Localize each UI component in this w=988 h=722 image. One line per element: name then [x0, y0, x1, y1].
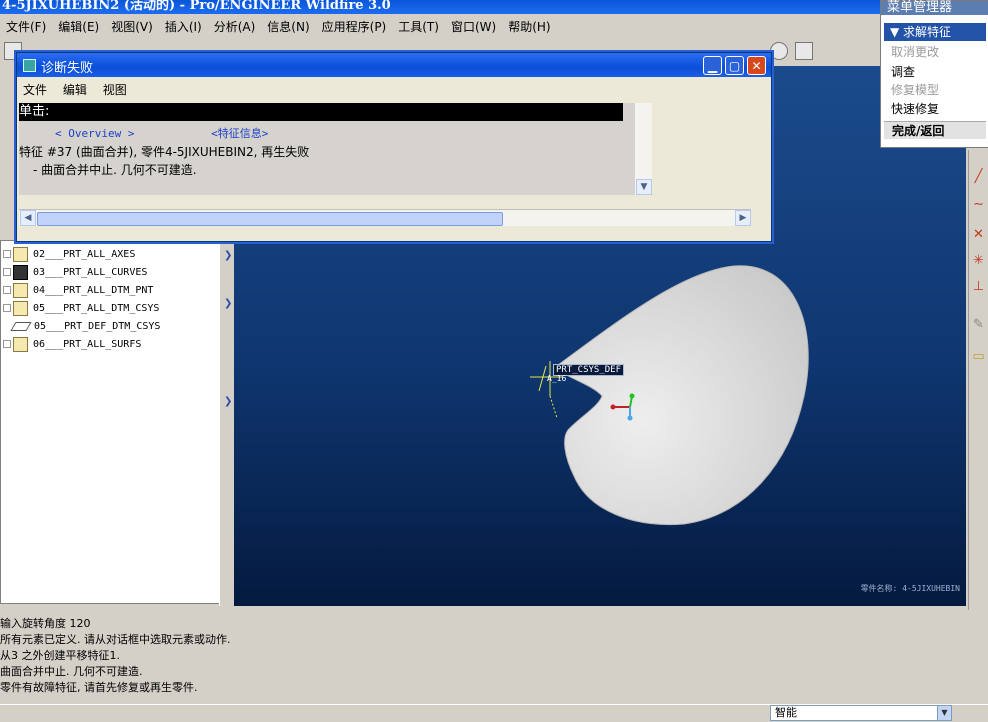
dialog-menu-file[interactable]: 文件 — [17, 79, 53, 100]
tree-item-label: 04___PRT_ALL_DTM_PNT — [33, 284, 154, 296]
maximize-button[interactable]: ▢ — [725, 56, 744, 75]
plane-icon — [10, 321, 32, 331]
tree-item[interactable]: 05___PRT_DEF_DTM_CSYS — [1, 317, 160, 335]
minimize-button[interactable]: ▁ — [703, 56, 722, 75]
selection-filter-value: 智能 — [775, 706, 797, 719]
menu-quick-fix[interactable]: 快速修复 — [891, 100, 939, 118]
sketch-icon[interactable]: ╱ — [971, 170, 986, 184]
expand-icon[interactable] — [3, 250, 11, 258]
menu-file[interactable]: 文件(F) — [0, 18, 52, 35]
menu-insert[interactable]: 插入(I) — [159, 18, 208, 35]
csys-tool-icon[interactable]: ⊥ — [971, 280, 986, 294]
axis-label: A_16 — [547, 374, 567, 383]
tree-item[interactable]: 03___PRT_ALL_CURVES — [1, 263, 147, 281]
click-row: 单击: — [19, 103, 623, 121]
right-toolbar: ╱ ∼ ✕ ✳ ⊥ ✎ ▭ — [968, 150, 988, 610]
menu-done-return[interactable]: 完成/返回 — [884, 121, 986, 139]
dialog-menu-edit[interactable]: 编辑 — [57, 79, 93, 100]
menu-window[interactable]: 窗口(W) — [445, 18, 502, 35]
layer-icon — [13, 282, 28, 298]
selection-filter-select[interactable]: 智能 ▼ — [770, 705, 952, 721]
feature-info-link[interactable]: <特征信息> — [211, 127, 268, 140]
menu-investigate[interactable]: 调查 — [891, 63, 915, 81]
layer-icon — [13, 246, 28, 262]
window-title: 4-5JIXUHEBIN2 (活动的) - Pro/ENGINEER Wildf… — [0, 0, 988, 14]
dialog-menu-view[interactable]: 视图 — [97, 79, 133, 100]
save-view-icon[interactable] — [795, 42, 813, 60]
tree-item-label: 02___PRT_ALL_AXES — [33, 248, 136, 260]
message-line: 零件有故障特征, 请首先修复或再生零件. — [0, 681, 198, 694]
scroll-right-button[interactable]: ▶ — [735, 210, 751, 226]
overview-link[interactable]: < Overview > — [55, 127, 134, 140]
pencil-icon[interactable]: ✎ — [971, 318, 986, 332]
chevron-right-icon: ❯ — [224, 396, 233, 407]
tree-splitter[interactable]: ❯ ❯ ❯ — [219, 240, 234, 606]
tree-item[interactable]: 06___PRT_ALL_SURFS — [1, 335, 141, 353]
axis-icon[interactable]: ✳ — [971, 254, 986, 268]
dialog-app-icon — [23, 59, 36, 72]
diagnostic-dialog: 诊断失败 ▁ ▢ ✕ 文件 编辑 视图 单击: < Overview > <特征… — [16, 52, 772, 242]
message-area: 输入旋转角度 120 所有元素已定义. 请从对话框中选取元素或动作. 从3 之外… — [0, 616, 988, 706]
menu-analysis[interactable]: 分析(A) — [208, 18, 262, 35]
tree-item[interactable]: 04___PRT_ALL_DTM_PNT — [1, 281, 153, 299]
menu-tools[interactable]: 工具(T) — [392, 18, 445, 35]
dialog-horizontal-scrollbar[interactable]: ◀ ▶ — [19, 209, 751, 226]
tree-item-label: 03___PRT_ALL_CURVES — [33, 266, 148, 278]
menu-solve-feature[interactable]: ▼ 求解特征 — [884, 23, 986, 41]
failure-message: 特征 #37 (曲面合并), 零件4-5JIXUHEBIN2, 再生失败 — [19, 145, 310, 159]
chevron-right-icon: ❯ — [224, 298, 233, 309]
layer-icon — [13, 264, 28, 280]
dialog-titlebar[interactable]: 诊断失败 ▁ ▢ ✕ — [17, 53, 771, 77]
viewport-watermark: 零件名称: 4-5JIXUHEBIN — [860, 584, 960, 593]
tree-item-label: 05___PRT_ALL_DTM_CSYS — [33, 302, 160, 314]
tree-item[interactable]: 02___PRT_ALL_AXES — [1, 245, 135, 263]
message-line: 输入旋转角度 120 — [0, 617, 91, 630]
message-line: 曲面合并中止. 几何不可建造. — [0, 665, 143, 678]
chevron-down-icon[interactable]: ▼ — [937, 706, 951, 720]
model-tree[interactable]: 02___PRT_ALL_AXES 03___PRT_ALL_CURVES 04… — [0, 240, 220, 604]
menu-fix-model: 修复模型 — [891, 83, 940, 97]
close-button[interactable]: ✕ — [747, 56, 766, 75]
menu-manager-title: 菜单管理器 — [881, 1, 988, 15]
menu-view[interactable]: 视图(V) — [105, 18, 159, 35]
expand-icon[interactable] — [3, 340, 11, 348]
layer-icon — [13, 300, 28, 316]
menu-manager: 菜单管理器 ▼ 求解特征 取消更改 调查 修复模型 快速修复 完成/返回 — [880, 0, 988, 148]
dialog-title: 诊断失败 — [41, 61, 94, 76]
message-line: 从3 之外创建平移特征1. — [0, 649, 120, 662]
menu-solve-feature-label: 求解特征 — [903, 25, 952, 39]
tree-item-label: 05___PRT_DEF_DTM_CSYS — [34, 320, 161, 332]
plane-tool-icon[interactable]: ▭ — [971, 350, 986, 364]
dialog-links: < Overview > <特征信息> — [55, 125, 338, 141]
expand-icon[interactable] — [3, 304, 11, 312]
menu-info[interactable]: 信息(N) — [261, 18, 315, 35]
menu-undo-changes: 取消更改 — [891, 45, 940, 59]
surface-model — [553, 265, 809, 526]
dialog-vertical-scrollbar[interactable]: ▼ — [635, 103, 652, 195]
layer-icon — [13, 336, 28, 352]
orient-icon[interactable] — [770, 42, 788, 60]
dialog-content: 单击: < Overview > <特征信息> 特征 #37 (曲面合并), 零… — [19, 103, 635, 195]
expand-icon[interactable] — [3, 286, 11, 294]
menu-edit[interactable]: 编辑(E) — [52, 18, 105, 35]
main-menubar: 文件(F) 编辑(E) 视图(V) 插入(I) 分析(A) 信息(N) 应用程序… — [0, 16, 880, 36]
dialog-menubar: 文件 编辑 视图 — [17, 79, 771, 99]
failure-detail: - 曲面合并中止. 几何不可建造. — [33, 163, 197, 177]
triangle-down-icon: ▼ — [890, 25, 904, 39]
point-icon[interactable]: ✕ — [971, 228, 986, 242]
chevron-right-icon: ❯ — [224, 250, 233, 261]
scroll-thumb[interactable] — [37, 212, 503, 226]
expand-icon[interactable] — [3, 268, 11, 276]
curve-icon[interactable]: ∼ — [971, 198, 986, 212]
tree-item-label: 06___PRT_ALL_SURFS — [33, 338, 142, 350]
menu-help[interactable]: 帮助(H) — [502, 18, 556, 35]
tree-item[interactable]: 05___PRT_ALL_DTM_CSYS — [1, 299, 159, 317]
scroll-left-button[interactable]: ◀ — [20, 210, 36, 226]
menu-applications[interactable]: 应用程序(P) — [316, 18, 393, 35]
scroll-down-button[interactable]: ▼ — [636, 179, 652, 195]
message-line: 所有元素已定义. 请从对话框中选取元素或动作. — [0, 633, 231, 646]
